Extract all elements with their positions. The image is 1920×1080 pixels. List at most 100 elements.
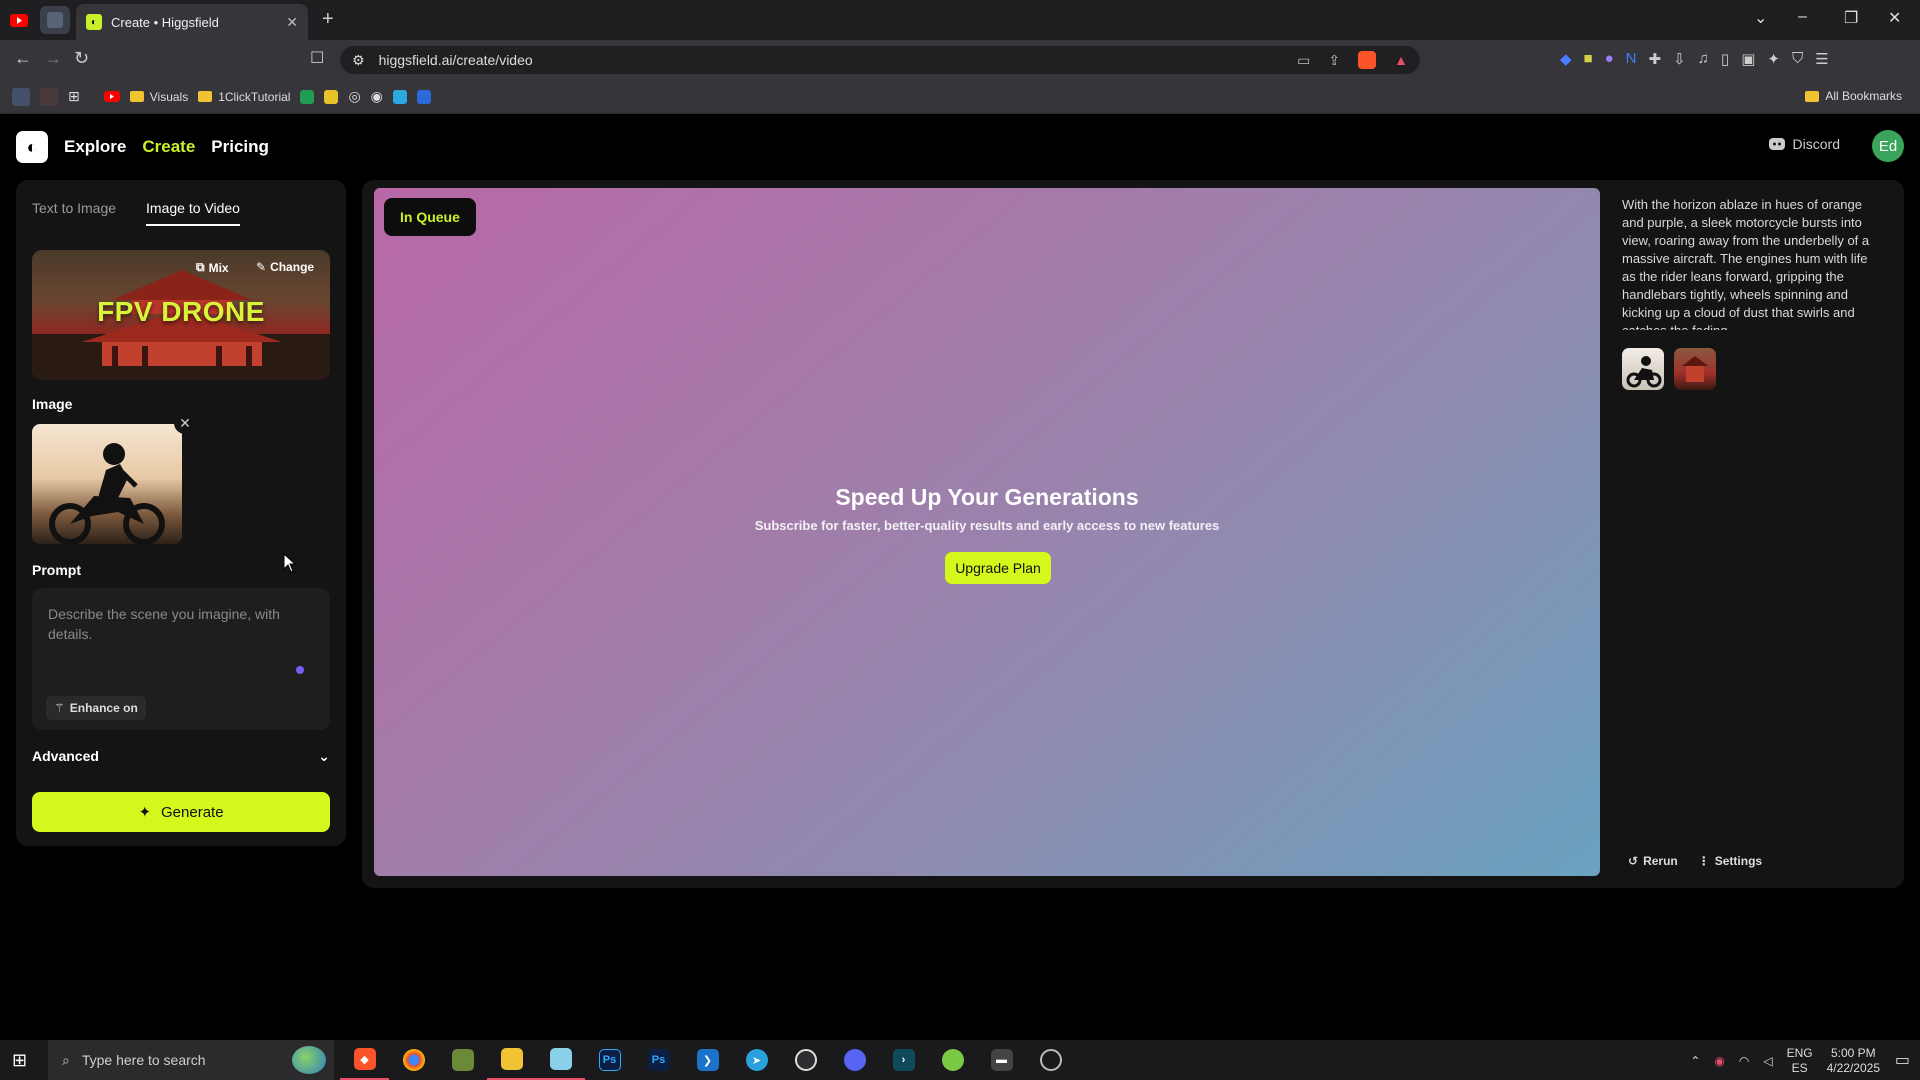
- bookmark-square-2[interactable]: [40, 87, 58, 106]
- sheets-bookmark-icon[interactable]: [300, 89, 315, 104]
- bookmark-square-1[interactable]: [12, 87, 30, 106]
- upgrade-plan-button[interactable]: Upgrade Plan: [945, 552, 1051, 584]
- generate-button[interactable]: ✦ Generate: [32, 792, 330, 832]
- bookmark-folder-visuals[interactable]: Visuals: [129, 90, 188, 104]
- discord-link[interactable]: Discord: [1768, 136, 1840, 152]
- taskbar-app-obs[interactable]: [781, 1040, 830, 1080]
- clock-date: 4/22/2025: [1826, 1061, 1880, 1075]
- motion-preset-card[interactable]: FPV DRONE ⧉ Mix ✎ Change: [32, 250, 330, 380]
- windows-start-icon[interactable]: ⊞: [12, 1050, 27, 1071]
- back-icon[interactable]: ←: [14, 48, 32, 69]
- leo-ai-icon[interactable]: ✦: [1767, 50, 1780, 68]
- taskbar-app-chrome[interactable]: [389, 1040, 438, 1080]
- restore-button[interactable]: ❐: [1844, 8, 1858, 28]
- wallet-icon[interactable]: ▣: [1741, 50, 1755, 68]
- extension-icon-3[interactable]: ●: [1605, 50, 1614, 68]
- taskbar-app-swirl[interactable]: [1026, 1040, 1075, 1080]
- taskbar-app-minecraft[interactable]: [438, 1040, 487, 1080]
- taskbar-app-brave[interactable]: ◆: [340, 1040, 389, 1080]
- download-icon[interactable]: ⇩: [1673, 50, 1686, 68]
- vpn-icon[interactable]: ⛉: [1792, 50, 1803, 68]
- advanced-toggle[interactable]: Advanced ⌄: [32, 748, 330, 765]
- bookmark-icon-cyan[interactable]: [392, 89, 407, 104]
- close-tab-icon[interactable]: ✕: [286, 14, 298, 31]
- tab-text-to-image[interactable]: Text to Image: [32, 200, 116, 226]
- nav-pricing[interactable]: Pricing: [211, 137, 269, 157]
- network-icon[interactable]: ◠: [1739, 1054, 1749, 1068]
- close-window-button[interactable]: ✕: [1888, 8, 1901, 28]
- tray-app-icon[interactable]: ◉: [1714, 1054, 1724, 1068]
- forward-icon[interactable]: →: [44, 48, 62, 69]
- prompt-input[interactable]: [48, 604, 298, 684]
- reload-icon[interactable]: ↻: [74, 48, 89, 69]
- extensions-puzzle-icon[interactable]: ✚: [1649, 50, 1662, 68]
- brave-shields-icon[interactable]: [1358, 51, 1377, 69]
- settings-button[interactable]: ⋮ Settings: [1698, 854, 1762, 868]
- taskbar-app-photoshop-2[interactable]: Ps: [634, 1040, 683, 1080]
- youtube-bookmark-icon[interactable]: [103, 91, 120, 102]
- notification-icon[interactable]: ▭: [1895, 1050, 1910, 1070]
- sidebar-icon[interactable]: ▯: [1721, 50, 1729, 68]
- taskbar-app-photoshop[interactable]: Ps: [585, 1040, 634, 1080]
- cast-icon[interactable]: ▭: [1297, 52, 1310, 69]
- reference-thumb-pagoda[interactable]: [1674, 348, 1716, 390]
- site-info-icon[interactable]: ⚙: [352, 52, 365, 69]
- tab-search-chevron-icon[interactable]: ⌄: [1754, 8, 1767, 28]
- generation-prompt-text: With the horizon ablaze in hues of orang…: [1622, 197, 1870, 330]
- volume-icon[interactable]: ◁: [1763, 1054, 1772, 1068]
- bookmark-icon-circle[interactable]: ◎: [348, 88, 360, 105]
- pinned-tab-2[interactable]: [40, 6, 70, 34]
- share-icon[interactable]: ⇪: [1328, 52, 1340, 69]
- uploaded-image-thumbnail[interactable]: [32, 424, 182, 544]
- taskbar-app-terminal[interactable]: ›: [879, 1040, 928, 1080]
- bookmark-folder-1clicktutorial[interactable]: 1ClickTutorial: [198, 90, 290, 104]
- rerun-button[interactable]: ↺ Rerun: [1628, 854, 1678, 868]
- bookmark-icon[interactable]: ☐: [310, 48, 324, 68]
- tab-image-to-video[interactable]: Image to Video: [146, 200, 240, 226]
- pinned-tab-youtube[interactable]: [4, 6, 34, 34]
- change-button[interactable]: ✎ Change: [256, 260, 314, 274]
- enhance-toggle[interactable]: ⚚ Enhance on: [46, 696, 146, 720]
- taskbar-app-explorer[interactable]: [487, 1040, 536, 1080]
- taskbar-app-vscode[interactable]: ❯: [683, 1040, 732, 1080]
- upsell-subtitle: Subscribe for faster, better-quality res…: [754, 518, 1220, 533]
- taskbar-app-game[interactable]: [928, 1040, 977, 1080]
- address-bar[interactable]: ⚙ higgsfield.ai/create/video ▭ ⇪ ▲: [340, 46, 1420, 74]
- bookmark-icon-blue[interactable]: [416, 89, 431, 104]
- new-tab-button[interactable]: +: [322, 8, 334, 31]
- minimize-button[interactable]: –: [1798, 8, 1807, 26]
- search-input[interactable]: [81, 1052, 262, 1068]
- extension-icon-2[interactable]: ■: [1584, 50, 1593, 68]
- taskbar-app-car[interactable]: ▬: [977, 1040, 1026, 1080]
- nav-create[interactable]: Create: [142, 137, 195, 157]
- nav-explore[interactable]: Explore: [64, 137, 126, 157]
- discord-icon: [843, 1049, 866, 1071]
- keyboard-language[interactable]: ENG ES: [1787, 1046, 1813, 1076]
- generation-preview: In Queue Speed Up Your Generations Subsc…: [374, 188, 1600, 876]
- bookmark-icon-ring[interactable]: ◉: [371, 88, 383, 105]
- chevron-up-icon[interactable]: ⌃: [1690, 1054, 1700, 1068]
- tab-higgsfield[interactable]: ◐ Create • Higgsfield ✕: [76, 4, 308, 40]
- remove-image-button[interactable]: ✕: [174, 412, 196, 434]
- taskbar-app-telegram[interactable]: ➤: [732, 1040, 781, 1080]
- url-text[interactable]: higgsfield.ai/create/video: [379, 52, 533, 68]
- clock[interactable]: 5:00 PM 4/22/2025: [1827, 1046, 1880, 1076]
- apps-grid-icon[interactable]: ⊞: [68, 88, 80, 105]
- brave-rewards-icon[interactable]: ▲: [1394, 52, 1408, 68]
- taskbar-search[interactable]: ⌕: [48, 1040, 334, 1080]
- extension-icon-1[interactable]: ◆: [1560, 50, 1572, 68]
- menu-icon[interactable]: ☰: [1815, 50, 1828, 68]
- extension-icon-4[interactable]: N: [1626, 50, 1637, 68]
- left-panel: Text to Image Image to Video FPV DRONE ⧉…: [16, 180, 346, 846]
- all-bookmarks[interactable]: All Bookmarks: [1805, 89, 1902, 103]
- media-icon[interactable]: ♫: [1698, 50, 1709, 68]
- rerun-icon: ↺: [1628, 854, 1639, 868]
- bookmark-icon-yellow[interactable]: [324, 89, 339, 104]
- taskbar-app-discord[interactable]: [830, 1040, 879, 1080]
- higgsfield-logo-icon[interactable]: ◐: [16, 131, 48, 163]
- avatar[interactable]: Ed: [1872, 130, 1904, 162]
- mix-button[interactable]: ⧉ Mix: [196, 260, 229, 275]
- reference-thumb-motorcycle[interactable]: [1622, 348, 1664, 390]
- taskbar-app-notes[interactable]: [536, 1040, 585, 1080]
- weather-globe-icon[interactable]: [292, 1046, 326, 1074]
